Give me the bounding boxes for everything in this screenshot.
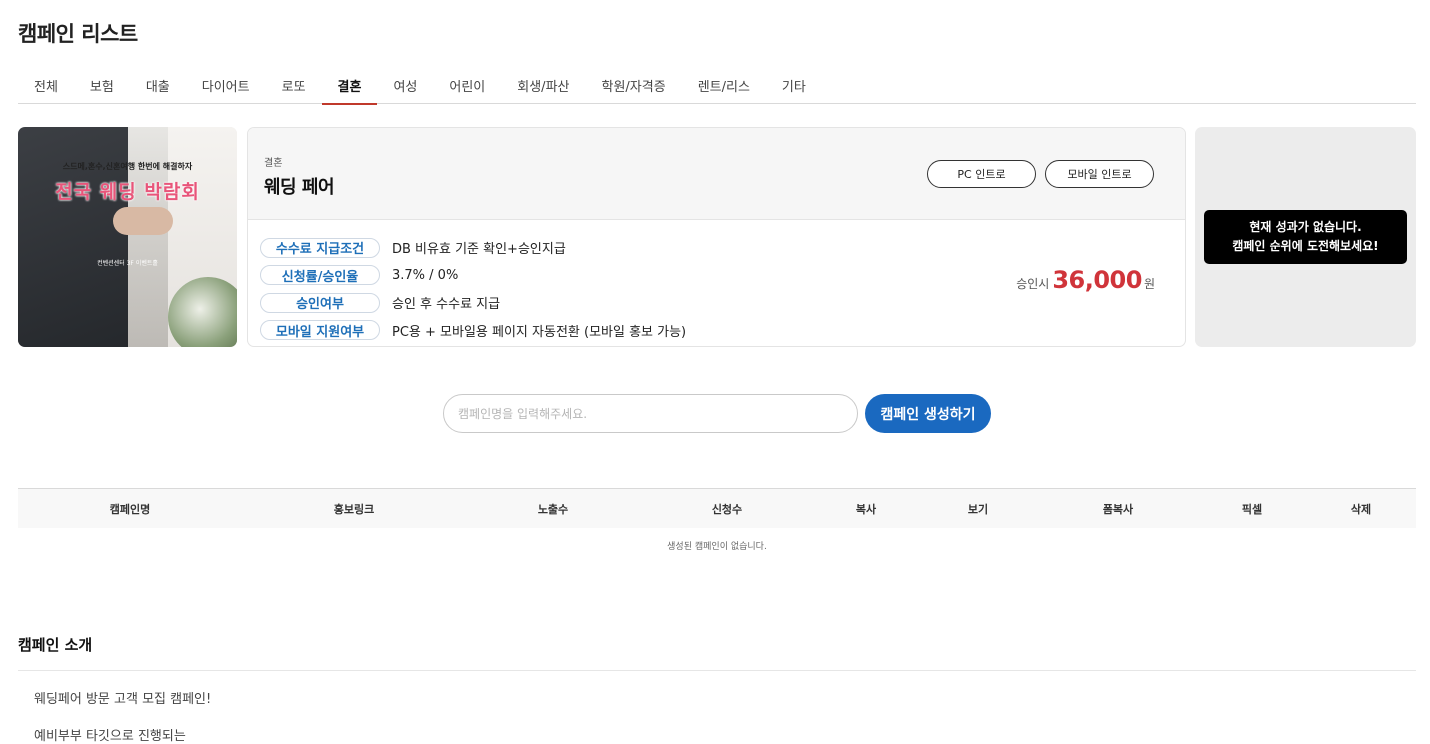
info-label: 모바일 지원여부: [260, 320, 380, 341]
header-impressions: 노출수: [537, 502, 569, 516]
create-campaign-button[interactable]: 캠페인 생성하기: [865, 394, 991, 433]
campaign-name-input[interactable]: [443, 394, 858, 433]
info-value: DB 비유효 기준 확인+승인지급: [392, 242, 566, 258]
campaign-info-rows: 수수료 지급조건 DB 비유효 기준 확인+승인지급 신청률/승인율 3.7% …: [260, 234, 686, 344]
intro-line-1: 웨딩페어 방문 고객 모집 캠페인!: [34, 692, 212, 707]
table-empty-message: 생성된 캠페인이 없습니다.: [667, 541, 767, 552]
thumbnail-caption-main: 전국 웨딩 박람회: [55, 181, 200, 203]
header-delete: 삭제: [1350, 502, 1372, 516]
campaign-table: 캠페인명 홍보링크 노출수 신청수 복사 보기 폼복사 픽셀 삭제 생성된 캠페…: [18, 488, 1416, 562]
tab-women[interactable]: 여성: [377, 66, 433, 104]
tab-kids[interactable]: 어린이: [433, 66, 501, 104]
thumbnail-caption-top: 스드메,혼수,신혼여행 한번에 해결하자: [62, 162, 193, 171]
tab-wedding[interactable]: 결혼: [321, 66, 378, 105]
info-row-mobile-support: 모바일 지원여부 PC용 + 모바일용 페이지 자동전환 (모바일 홍보 가능): [260, 317, 686, 345]
header-campaign-name: 캠페인명: [109, 502, 151, 516]
intro-line-2: 예비부부 타깃으로 진행되는: [34, 729, 186, 744]
info-label: 신청률/승인율: [260, 265, 380, 286]
info-row-approval: 승인여부 승인 후 수수료 지급: [260, 289, 686, 317]
info-value: 승인 후 수수료 지급: [392, 297, 501, 313]
campaign-name: 웨딩 페어: [264, 177, 335, 198]
performance-panel: 현재 성과가 없습니다. 캠페인 순위에 도전해보세요!: [1195, 127, 1416, 347]
price-suffix: 원: [1143, 277, 1155, 291]
price-amount: 36,000: [1052, 266, 1142, 294]
info-value: PC용 + 모바일용 페이지 자동전환 (모바일 홍보 가능): [392, 324, 687, 340]
header-copy: 복사: [855, 502, 877, 516]
tab-lotto[interactable]: 로또: [266, 66, 322, 104]
table-header: 캠페인명 홍보링크 노출수 신청수 복사 보기 폼복사 픽셀 삭제: [18, 488, 1416, 528]
info-label: 승인여부: [260, 292, 380, 313]
header-pixel: 픽셀: [1241, 502, 1263, 516]
tab-rent-lease[interactable]: 렌트/리스: [682, 66, 766, 104]
header-applications: 신청수: [711, 502, 743, 516]
info-label: 수수료 지급조건: [260, 237, 380, 258]
info-row-fee-condition: 수수료 지급조건 DB 비유효 기준 확인+승인지급: [260, 234, 686, 262]
thumbnail-hands-shape: [113, 207, 173, 235]
tab-etc[interactable]: 기타: [766, 66, 822, 104]
tab-insurance[interactable]: 보험: [74, 66, 130, 104]
tab-loan[interactable]: 대출: [130, 66, 186, 104]
info-value: 3.7% / 0%: [392, 267, 459, 283]
campaign-info-header: 결혼 웨딩 페어 PC 인트로 모바일 인트로: [248, 128, 1185, 220]
pc-intro-button[interactable]: PC 인트로: [927, 160, 1036, 188]
price-prefix: 승인시: [1016, 277, 1050, 291]
tab-academy[interactable]: 학원/자격증: [586, 66, 682, 104]
campaign-price: 승인시 36,000 원: [1016, 266, 1155, 294]
header-form-copy: 폼복사: [1102, 502, 1134, 516]
header-promo-link: 홍보링크: [333, 502, 375, 516]
performance-line-1: 현재 성과가 없습니다.: [1249, 220, 1362, 234]
tab-diet[interactable]: 다이어트: [186, 66, 266, 104]
tab-bankruptcy[interactable]: 회생/파산: [501, 66, 585, 104]
tab-all[interactable]: 전체: [18, 66, 74, 104]
info-row-rates: 신청률/승인율 3.7% / 0%: [260, 262, 686, 290]
mobile-intro-button[interactable]: 모바일 인트로: [1045, 160, 1154, 188]
header-view: 보기: [967, 502, 989, 516]
intro-section-title: 캠페인 소개: [18, 636, 93, 654]
campaign-thumbnail: 스드메,혼수,신혼여행 한번에 해결하자 전국 웨딩 박람회 컨벤션센터 3F …: [18, 127, 237, 347]
campaign-category: 결혼: [264, 158, 283, 169]
performance-message: 현재 성과가 없습니다. 캠페인 순위에 도전해보세요!: [1204, 210, 1407, 264]
campaign-info-card: 결혼 웨딩 페어 PC 인트로 모바일 인트로 수수료 지급조건 DB 비유효 …: [247, 127, 1186, 347]
performance-line-2: 캠페인 순위에 도전해보세요!: [1232, 239, 1379, 253]
category-tabs: 전체 보험 대출 다이어트 로또 결혼 여성 어린이 회생/파산 학원/자격증 …: [18, 66, 1416, 105]
thumbnail-caption-bottom: 컨벤션센터 3F 이벤트홀: [97, 260, 158, 267]
thumbnail-groom-shape: [18, 127, 128, 347]
page-title: 캠페인 리스트: [18, 22, 138, 46]
intro-divider: [18, 670, 1416, 671]
